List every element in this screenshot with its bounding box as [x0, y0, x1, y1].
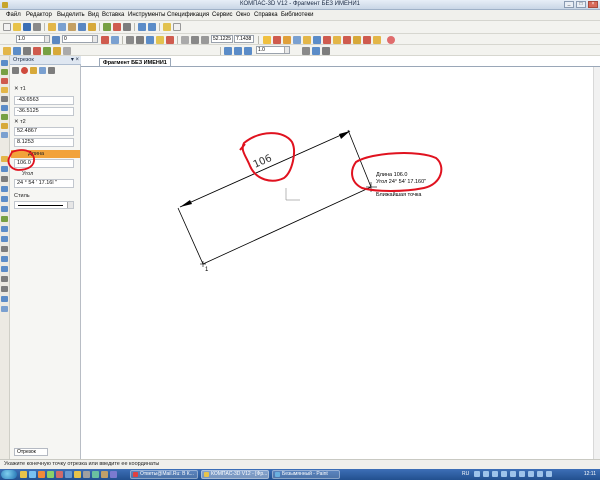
clock[interactable]: 12:11 [584, 471, 596, 477]
tooltip-length: Длина 106.0 [376, 172, 407, 178]
quicklaunch-media-icon[interactable] [110, 471, 117, 478]
language-indicator[interactable]: RU [462, 471, 469, 477]
tray-icon[interactable] [474, 471, 480, 477]
extension-line-1 [177, 207, 204, 265]
tray-icon[interactable] [483, 471, 489, 477]
taskbar-button-mail-label: Ответы@Mail.Ru: В К... [140, 471, 194, 477]
taskbar-button-kompas-label: КОМПАС-3D V12 - [Фр... [211, 471, 268, 477]
quicklaunch-mail-icon[interactable] [65, 471, 72, 478]
quicklaunch-explorer-icon[interactable] [20, 471, 27, 478]
taskbar-button-kompas[interactable]: КОМПАС-3D V12 - [Фр... [201, 470, 269, 479]
segment-line [202, 186, 372, 265]
quicklaunch-app-icon[interactable] [101, 471, 108, 478]
tray-icon[interactable] [537, 471, 543, 477]
dimension-line [179, 130, 351, 208]
quicklaunch-icq-icon[interactable] [47, 471, 54, 478]
kompas-icon [204, 472, 209, 477]
tray-icon[interactable] [492, 471, 498, 477]
quicklaunch-desktop-icon[interactable] [83, 471, 90, 478]
drawing-canvas[interactable]: 1 106 Длина 106.0 Угол 24° 54' 17.160" Б… [0, 0, 600, 480]
tray-icon[interactable] [528, 471, 534, 477]
taskbar-button-mail[interactable]: Ответы@Mail.Ru: В К... [130, 470, 198, 479]
annotation-circle-length-field [7, 149, 35, 171]
quicklaunch-opera-icon[interactable] [56, 471, 63, 478]
taskbar-button-paint[interactable]: Безымянный - Paint [272, 470, 340, 479]
mail-ru-icon [133, 472, 138, 477]
dimension-arrow-start [180, 200, 192, 207]
tray-icon[interactable] [510, 471, 516, 477]
system-tray [474, 471, 564, 478]
windows-taskbar: Ответы@Mail.Ru: В К... КОМПАС-3D V12 - [… [0, 469, 600, 480]
status-bar: Укажите конечную точку отрезка или введи… [0, 459, 600, 469]
quicklaunch-skype-icon[interactable] [92, 471, 99, 478]
tray-icon[interactable] [519, 471, 525, 477]
tray-icon[interactable] [501, 471, 507, 477]
taskbar-button-paint-label: Безымянный - Paint [282, 471, 328, 477]
paint-icon [275, 472, 280, 477]
extension-line-2 [347, 129, 372, 188]
quicklaunch-firefox-icon[interactable] [38, 471, 45, 478]
dimension-arrow-end [339, 131, 350, 139]
quicklaunch-ie-icon[interactable] [29, 471, 36, 478]
snap-hint: Ближайшая точка [376, 191, 422, 198]
dimension-text: 106 [252, 153, 274, 171]
point-label: 1 [205, 267, 209, 273]
quicklaunch-folder-icon[interactable] [74, 471, 81, 478]
status-text: Укажите конечную точку отрезка или введи… [4, 461, 160, 467]
tray-icon[interactable] [546, 471, 552, 477]
start-button[interactable] [1, 470, 17, 479]
tooltip-angle: Угол 24° 54' 17.160" [376, 179, 426, 185]
